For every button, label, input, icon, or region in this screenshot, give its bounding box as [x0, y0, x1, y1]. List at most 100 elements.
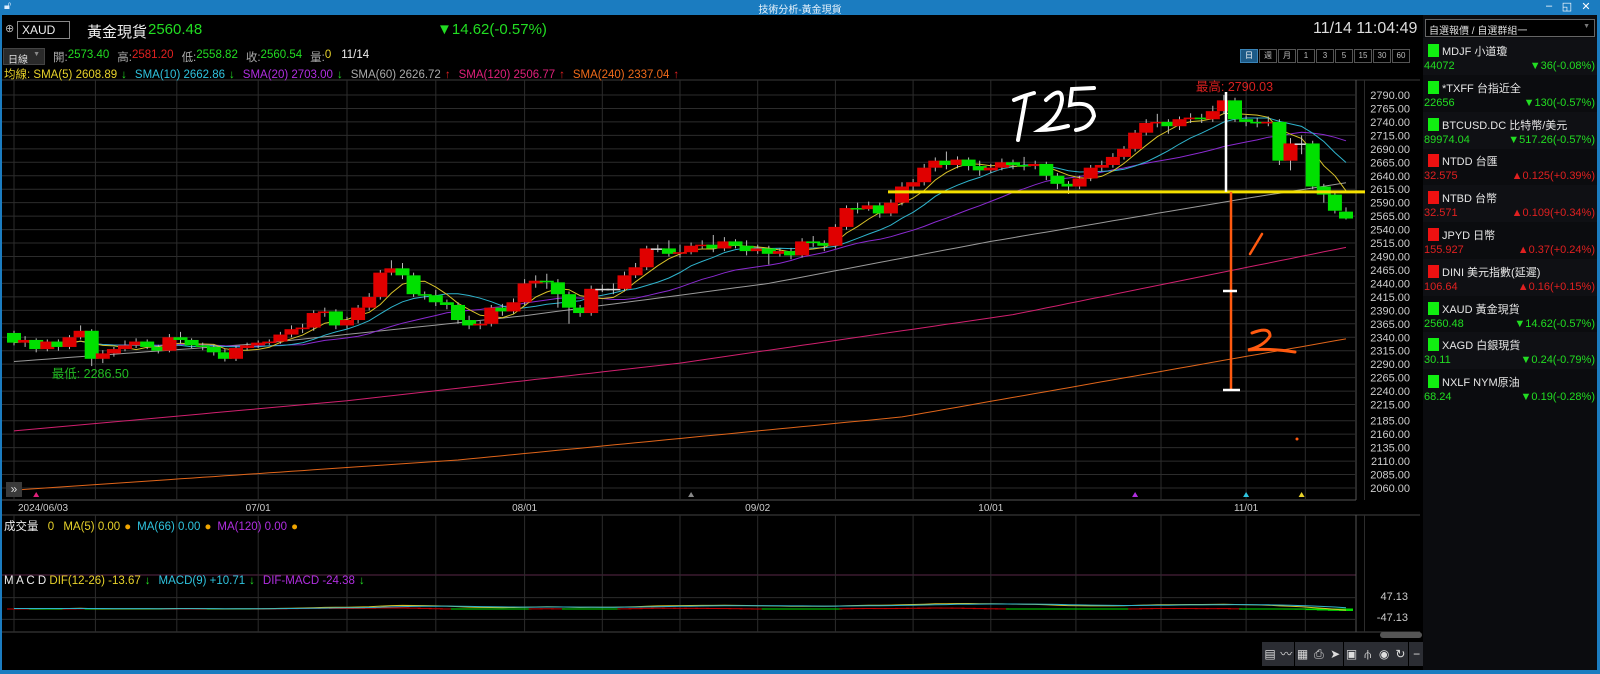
- candle-body: [1283, 143, 1298, 161]
- symbol-input[interactable]: [17, 21, 70, 39]
- indicator-icon[interactable]: ⫛: [1359, 642, 1376, 666]
- period-button-8[interactable]: 60: [1392, 49, 1410, 63]
- macd-legend: M A C D DIF(12-26) -13.67 ↓ MACD(9) +10.71…: [4, 575, 373, 587]
- layout-icon[interactable]: ▣: [1343, 642, 1360, 666]
- period-button-3[interactable]: 1: [1297, 49, 1315, 63]
- trend-arrow-icon: ↓: [121, 69, 127, 81]
- watchlist-item-change: ▼14.62(-0.57%): [1514, 317, 1595, 330]
- draw-line-icon[interactable]: 〰: [1278, 642, 1295, 666]
- mini-candle-icon: [1428, 41, 1439, 60]
- event-marker-icon: [33, 492, 40, 497]
- candle-body: [451, 304, 465, 321]
- candle-body: [428, 295, 443, 303]
- close-label: 收:: [245, 52, 261, 64]
- watchlist-item-change: ▼517.26(-0.57%): [1508, 133, 1595, 146]
- status-dot-icon: ●: [204, 521, 212, 533]
- watchlist-group-dropdown[interactable]: 自選報價 / 自選群組一 ▼: [1425, 19, 1595, 37]
- watchlist-item-name: *TXFF 台指近全: [1442, 82, 1521, 95]
- watchlist-item[interactable]: XAGD 白銀現貨 30.11 ▼0.24(-0.79%): [1423, 332, 1597, 370]
- candle-body: [1083, 167, 1098, 179]
- high-label: 高:: [117, 52, 132, 64]
- candle-body: [1094, 164, 1109, 168]
- y-tick-label: 2135.00: [1370, 443, 1410, 455]
- watchlist-item-change: ▲0.16(+0.15%): [1517, 280, 1595, 293]
- candle-body: [340, 320, 354, 326]
- expand-button[interactable]: »: [6, 482, 22, 497]
- legend-item: MACD(9) +10.71: [158, 575, 246, 587]
- watchlist-item-name: DINI 美元指數(延遲): [1442, 266, 1541, 279]
- candle-body: [1228, 100, 1242, 120]
- watchlist-item[interactable]: *TXFF 台指近全 22656 ▼130(-0.57%): [1423, 75, 1597, 112]
- document-icon[interactable]: ▤: [1262, 642, 1278, 666]
- y-tick-label: 2415.00: [1370, 292, 1410, 304]
- watchlist-item-price: 32.571: [1424, 207, 1458, 220]
- period-button-2[interactable]: 月: [1278, 49, 1296, 63]
- watchlist-item[interactable]: DINI 美元指數(延遲) 106.64 ▲0.16(+0.15%): [1423, 258, 1597, 296]
- refresh-icon[interactable]: ↻: [1392, 642, 1409, 666]
- legend-item: MA(66) 0.00: [137, 521, 201, 533]
- watchlist-item-name: NTBD 台幣: [1442, 193, 1497, 206]
- print-icon[interactable]: ⎙: [1310, 642, 1327, 666]
- watchlist-item-name: MDJF 小道瓊: [1442, 46, 1508, 58]
- restore-button[interactable]: ◱: [1558, 0, 1576, 13]
- trend-arrow-icon: ↓: [336, 69, 343, 81]
- period-button-0[interactable]: 日: [1240, 49, 1258, 63]
- watchlist-item[interactable]: XAUD 黃金現貨 2560.48 ▼14.62(-0.57%): [1423, 296, 1597, 333]
- watchlist-item[interactable]: NTBD 台幣 32.571 ▲0.109(+0.34%): [1423, 185, 1597, 223]
- period-button-4[interactable]: 3: [1316, 49, 1334, 63]
- cursor-icon[interactable]: ➤: [1327, 642, 1344, 666]
- mini-candle-icon: [1428, 151, 1439, 171]
- watchlist-item[interactable]: NXLF NYM原油 68.24 ▼0.19(-0.28%): [1423, 369, 1597, 406]
- period-button-7[interactable]: 30: [1373, 49, 1391, 63]
- y-tick-label: 2185.00: [1370, 416, 1410, 428]
- zoom-table-icon[interactable]: ▦: [1294, 642, 1311, 666]
- y-tick-label: 2790.00: [1370, 90, 1410, 102]
- ma-legend-label: 均線:: [4, 69, 31, 81]
- watchlist-item[interactable]: NTDD 台匯 32.575 ▲0.125(+0.39%): [1423, 148, 1597, 185]
- watchlist-item[interactable]: BTCUSD.DC 比特幣/美元 89974.04 ▼517.26(-0.57%…: [1423, 111, 1597, 149]
- watchlist-item[interactable]: MDJF 小道瓊 44072 ▼36(-0.08%): [1423, 38, 1597, 75]
- watchlist-item-change: ▲0.37(+0.24%): [1517, 244, 1595, 256]
- candle-body: [206, 346, 221, 353]
- event-marker-icon: [1298, 492, 1305, 497]
- y-tick-label: 2215.00: [1370, 400, 1410, 412]
- eye-icon[interactable]: ◉: [1376, 642, 1393, 666]
- watchlist-item-name: BTCUSD.DC 比特幣/美元: [1442, 119, 1568, 132]
- watchlist-item-change: ▼130(-0.57%): [1523, 96, 1595, 109]
- candle-body: [906, 182, 921, 187]
- candlestick-chart[interactable]: 2790.002765.00 2740.002715.00 2690.002665.…: [0, 0, 1420, 674]
- candle-body: [639, 248, 654, 268]
- max-price-label: 最高: 2790.03: [1196, 79, 1273, 94]
- candle-body: [295, 327, 310, 330]
- y-tick-label: 2565.00: [1370, 211, 1410, 223]
- y-tick-label: 2390.00: [1370, 305, 1410, 317]
- close-value: 2560.54: [260, 49, 303, 61]
- period-button-6[interactable]: 15: [1354, 49, 1372, 63]
- candle-body: [1339, 211, 1353, 219]
- candle-body: [728, 241, 743, 246]
- period-button-1[interactable]: 週: [1259, 49, 1277, 63]
- period-dropdown[interactable]: 日線 ▼: [3, 48, 45, 66]
- candle-body: [406, 275, 421, 295]
- period-button-5[interactable]: 5: [1335, 49, 1353, 63]
- search-icon[interactable]: ⊕: [5, 22, 14, 35]
- horizontal-scrollbar[interactable]: [1380, 632, 1422, 638]
- legend-item: SMA(240) 2337.04: [572, 69, 670, 81]
- y-tick-label: 2085.00: [1370, 470, 1410, 482]
- close-button[interactable]: ✕: [1577, 0, 1595, 13]
- y-tick-label: 2590.00: [1370, 198, 1410, 210]
- high-value: 2581.20: [131, 49, 174, 61]
- price-change: ▼14.62(-0.57%): [437, 21, 547, 38]
- minimize-button[interactable]: –: [1540, 0, 1558, 12]
- candle-body: [1072, 178, 1087, 187]
- y-tick-label: 2290.00: [1370, 359, 1410, 371]
- candle-body: [106, 349, 121, 354]
- y-tick-label: 2365.00: [1370, 319, 1410, 331]
- event-marker-icon: [1243, 492, 1250, 497]
- volume-legend-label: 成交量: [4, 521, 39, 533]
- candle-body: [617, 275, 632, 289]
- trend-arrow-icon: ↓: [144, 575, 151, 587]
- candle-body: [806, 241, 821, 244]
- watchlist-item[interactable]: JPYD 日幣 155.927 ▲0.37(+0.24%): [1423, 222, 1597, 259]
- candle-body: [506, 302, 521, 312]
